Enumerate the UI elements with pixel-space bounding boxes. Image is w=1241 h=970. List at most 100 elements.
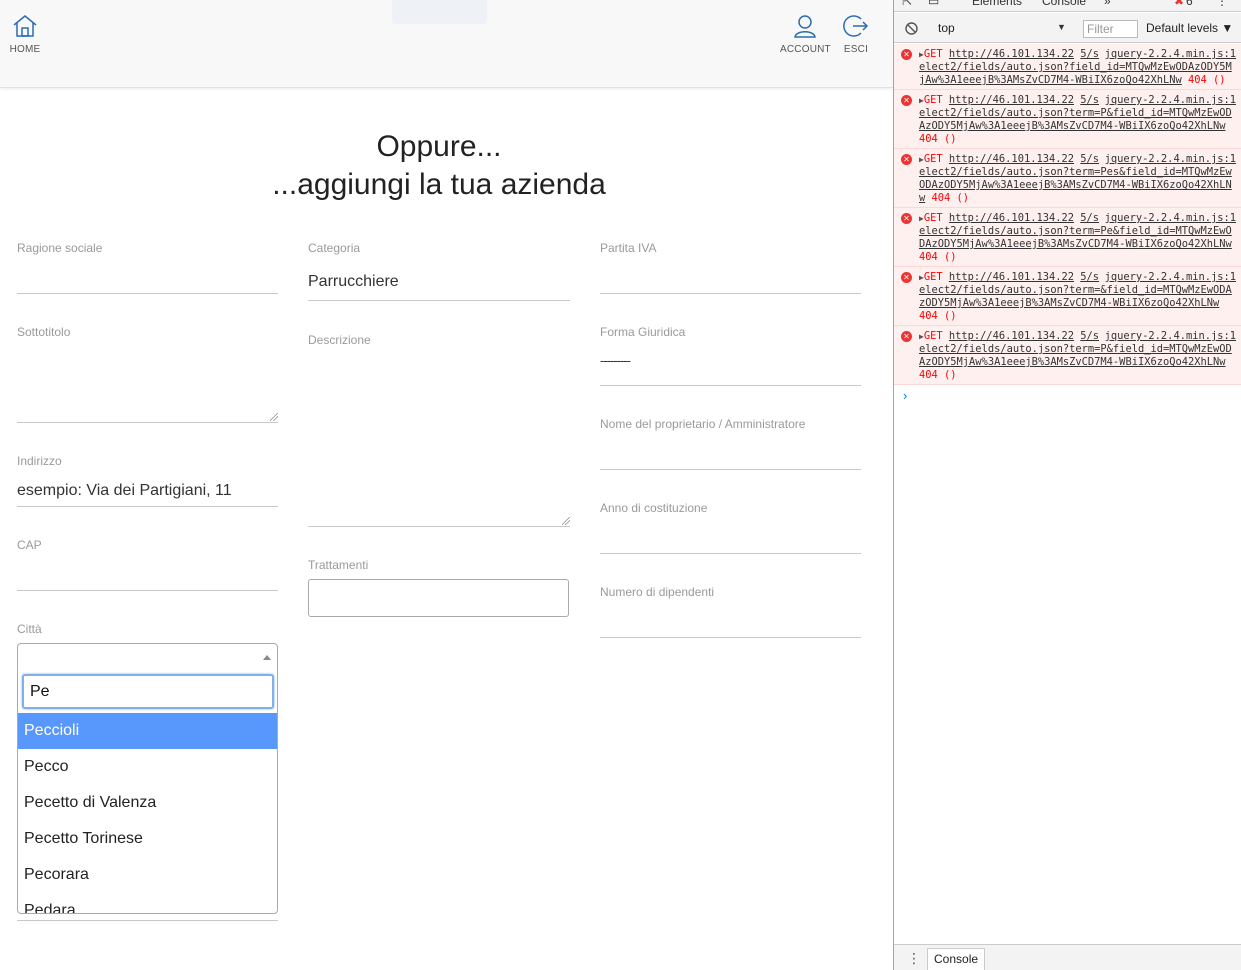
log-levels-select[interactable]: Default levels ▼ (1146, 21, 1233, 35)
error-count: 6 (1186, 0, 1193, 8)
console-error-row[interactable]: ✕ ▶GET http://46.101.134.22 jquery-2.2.4.… (894, 326, 1241, 385)
status-code: 404 () (919, 133, 957, 145)
nav-home-button[interactable]: HOME (8, 14, 42, 55)
console-error-row[interactable]: ✕ ▶GET http://46.101.134.22 jquery-2.2.4.… (894, 149, 1241, 208)
citta-option[interactable]: Pecorara (18, 857, 277, 893)
forma-giuridica-select[interactable]: --------- (600, 353, 631, 368)
nav-logout-label: ESCI (843, 44, 869, 55)
context-select[interactable]: top (938, 21, 955, 35)
request-url-link[interactable]: http://46.101.134.22 (949, 212, 1074, 224)
clear-console-icon[interactable] (905, 22, 918, 35)
citta-option[interactable]: Pecetto di Valenza (18, 785, 277, 821)
error-count-icon[interactable]: ✖ (1174, 0, 1184, 8)
source-link[interactable]: jquery-2.2.4.min.js:1 (1105, 153, 1236, 166)
page-title: Oppure... ...aggiungi la tua azienda (0, 128, 878, 204)
resize-handle-icon[interactable] (270, 413, 278, 421)
indirizzo-input-value[interactable]: esempio: Via dei Partigiani, 11 (17, 482, 232, 500)
drawer-tab-console[interactable]: Console (927, 948, 986, 970)
sottotitolo-label: Sottotitolo (17, 325, 71, 339)
request-method: GET (923, 153, 943, 165)
partita-iva-label: Partita IVA (600, 241, 657, 255)
nav-logout-button[interactable]: ESCI (840, 14, 872, 55)
cap-label: CAP (17, 538, 42, 552)
categoria-label: Categoria (308, 241, 361, 255)
request-method: GET (923, 48, 943, 60)
chevron-down-icon: ▼ (1057, 22, 1066, 32)
resize-handle-icon[interactable] (562, 517, 570, 525)
devtools-panel: ⇱ ▭ Elements Console » ✖ 6 ⋮ top ▼ Filte… (893, 0, 1241, 970)
source-link[interactable]: jquery-2.2.4.min.js:1 (1105, 212, 1236, 225)
top-button[interactable] (392, 0, 487, 24)
categoria-underline (308, 300, 570, 301)
request-url-link[interactable]: http://46.101.134.22 (949, 271, 1074, 283)
error-icon: ✕ (901, 213, 912, 224)
status-code: 404 () (1188, 74, 1226, 86)
tab-console[interactable]: Console (1042, 0, 1086, 8)
status-code: 404 () (919, 251, 957, 263)
forma-giuridica-label: Forma Giuridica (600, 325, 686, 339)
source-link[interactable]: jquery-2.2.4.min.js:1 (1105, 330, 1236, 343)
error-icon: ✕ (901, 95, 912, 106)
sottotitolo-textarea[interactable] (17, 345, 278, 423)
descrizione-textarea[interactable] (308, 352, 570, 527)
request-url-link[interactable]: http://46.101.134.22 (949, 330, 1074, 342)
ragione-sociale-label: Ragione sociale (17, 241, 103, 255)
ragione-sociale-input[interactable] (17, 293, 278, 294)
console-error-row[interactable]: ✕ ▶GET http://46.101.134.22 jquery-2.2.4.… (894, 90, 1241, 149)
nav-home-label: HOME (9, 44, 41, 55)
citta-results-list: Peccioli Pecco Pecetto di Valenza Pecett… (18, 713, 277, 913)
trattamenti-input[interactable] (308, 579, 569, 617)
top-navbar: HOME ACCOUNT ESCI (0, 0, 893, 88)
citta-label: Città (17, 622, 42, 636)
request-method: GET (923, 271, 943, 283)
log-levels-label: Default levels (1146, 21, 1219, 35)
partita-iva-input[interactable] (600, 293, 861, 294)
request-url-link[interactable]: http://46.101.134.22 (949, 94, 1074, 106)
source-link[interactable]: jquery-2.2.4.min.js:1 (1105, 94, 1236, 107)
request-url-link[interactable]: http://46.101.134.22 (949, 153, 1074, 165)
status-code: 404 () (931, 192, 970, 204)
console-error-row[interactable]: ✕ ▶GET http://46.101.134.22 jquery-2.2.4.… (894, 208, 1241, 267)
request-method: GET (923, 94, 943, 106)
nav-account-label: ACCOUNT (780, 44, 831, 55)
user-icon (794, 15, 816, 38)
citta-dropdown: Peccioli Pecco Pecetto di Valenza Pecett… (17, 670, 278, 914)
source-link[interactable]: jquery-2.2.4.min.js:1 (1105, 48, 1236, 61)
console-error-row[interactable]: ✕ ▶GET http://46.101.134.22 jquery-2.2.4.… (894, 267, 1241, 326)
citta-option[interactable]: Peccioli (18, 713, 277, 749)
anno-costituzione-label: Anno di costituzione (600, 501, 708, 515)
nome-proprietario-label: Nome del proprietario / Amministratore (600, 417, 806, 431)
citta-option[interactable]: Pedara (18, 893, 277, 913)
error-icon: ✕ (901, 331, 912, 342)
source-link[interactable]: jquery-2.2.4.min.js:1 (1105, 271, 1236, 284)
categoria-value[interactable]: Parrucchiere (308, 273, 399, 291)
inspect-icon[interactable]: ⇱ (902, 0, 912, 8)
console-error-row[interactable]: ✕ ▶GET http://46.101.134.22 jquery-2.2.4.… (894, 44, 1241, 90)
console-filter-input[interactable]: Filter (1083, 20, 1138, 38)
tab-elements[interactable]: Elements (972, 0, 1022, 8)
cap-input[interactable] (17, 590, 278, 591)
citta-option[interactable]: Pecetto Torinese (18, 821, 277, 857)
request-method: GET (923, 330, 943, 342)
request-url-link[interactable]: http://46.101.134.22 (949, 48, 1074, 60)
citta-search-input[interactable] (22, 674, 274, 709)
citta-option[interactable]: Pecco (18, 749, 277, 785)
page-title-line1: Oppure... (376, 130, 502, 163)
nome-proprietario-input[interactable] (600, 469, 861, 470)
trattamenti-label: Trattamenti (308, 558, 369, 572)
nav-account-button[interactable]: ACCOUNT (780, 14, 831, 55)
citta-underline (17, 920, 278, 921)
caret-up-icon (263, 655, 271, 660)
request-method: GET (923, 212, 943, 224)
tab-more[interactable]: » (1104, 0, 1111, 8)
device-toggle-icon[interactable]: ▭ (928, 0, 939, 8)
console-prompt-icon[interactable]: › (903, 388, 907, 403)
anno-costituzione-input[interactable] (600, 553, 861, 554)
drawer-menu-icon[interactable]: ⋮ (907, 950, 921, 967)
indirizzo-underline (17, 506, 278, 507)
numero-dipendenti-input[interactable] (600, 637, 861, 638)
home-icon (13, 15, 37, 37)
citta-select[interactable] (17, 643, 278, 671)
forma-giuridica-underline (600, 385, 861, 386)
kebab-menu-icon[interactable]: ⋮ (1216, 0, 1228, 8)
